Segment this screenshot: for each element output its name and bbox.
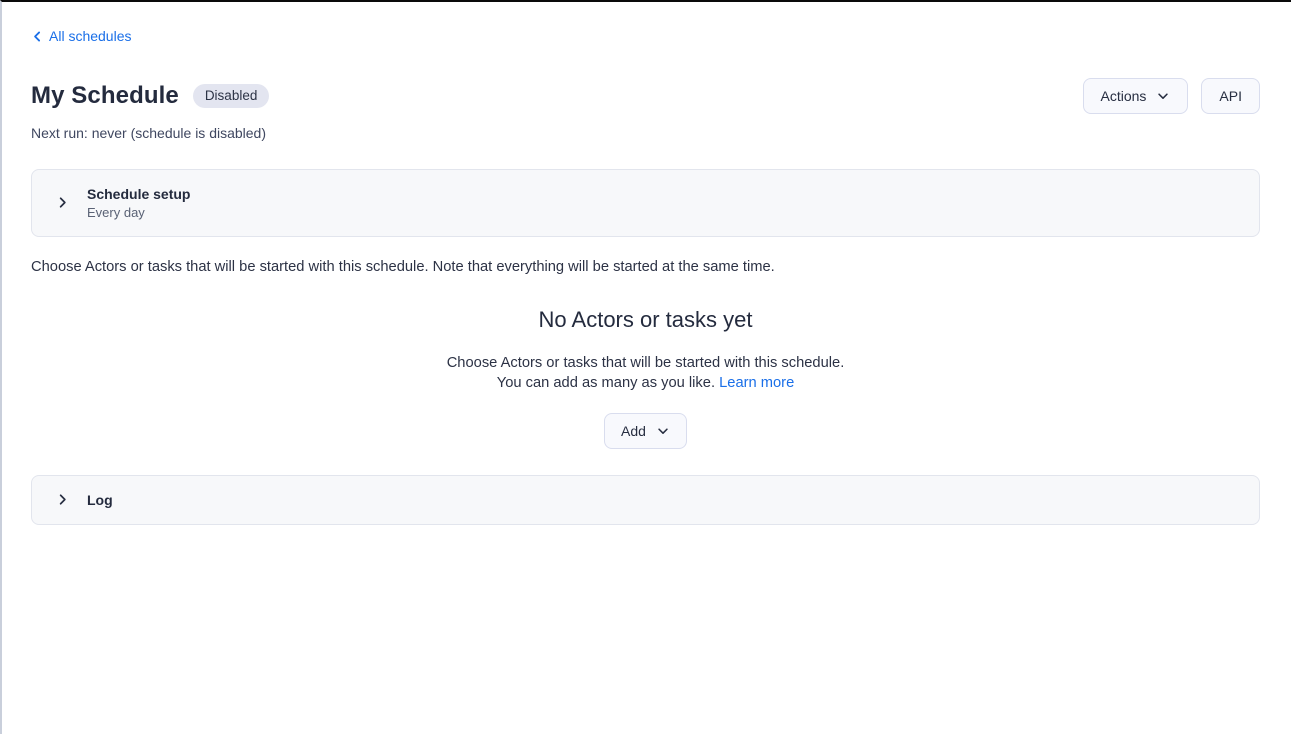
status-badge: Disabled <box>193 84 270 108</box>
api-button-label: API <box>1219 88 1242 104</box>
schedule-setup-subtitle: Every day <box>87 204 190 222</box>
breadcrumb-label: All schedules <box>49 28 132 44</box>
title-group: My Schedule Disabled <box>31 80 269 112</box>
schedule-setup-title: Schedule setup <box>87 184 190 204</box>
schedule-setup-panel[interactable]: Schedule setup Every day <box>31 169 1260 237</box>
page-title: My Schedule <box>31 80 179 112</box>
schedule-detail-page: { "breadcrumb": { "label": "All schedule… <box>0 0 1291 734</box>
api-button[interactable]: API <box>1201 78 1260 114</box>
actions-button[interactable]: Actions <box>1083 78 1189 114</box>
chevron-down-icon <box>656 423 670 438</box>
empty-state-line1: Choose Actors or tasks that will be star… <box>31 353 1260 373</box>
learn-more-link[interactable]: Learn more <box>719 375 794 391</box>
chevron-right-icon <box>55 492 70 507</box>
schedule-description: Choose Actors or tasks that will be star… <box>31 257 1260 277</box>
panel-text: Schedule setup Every day <box>87 184 190 222</box>
log-panel-title: Log <box>87 490 113 510</box>
chevron-left-icon <box>31 30 44 43</box>
breadcrumb[interactable]: All schedules <box>31 28 132 44</box>
empty-state-line2: You can add as many as you like. Learn m… <box>31 373 1260 393</box>
next-run-text: Next run: never (schedule is disabled) <box>31 124 1260 142</box>
log-panel[interactable]: Log <box>31 475 1260 525</box>
empty-state: No Actors or tasks yet Choose Actors or … <box>31 305 1260 449</box>
add-button-label: Add <box>621 423 646 439</box>
empty-state-text: Choose Actors or tasks that will be star… <box>31 353 1260 393</box>
page-header: My Schedule Disabled Actions API <box>31 78 1260 114</box>
main-content: All schedules My Schedule Disabled Actio… <box>2 2 1291 525</box>
chevron-down-icon <box>1156 88 1170 103</box>
header-buttons: Actions API <box>1083 78 1261 114</box>
empty-state-title: No Actors or tasks yet <box>31 305 1260 335</box>
chevron-right-icon <box>55 195 70 210</box>
actions-button-label: Actions <box>1101 88 1147 104</box>
add-button[interactable]: Add <box>604 413 687 449</box>
